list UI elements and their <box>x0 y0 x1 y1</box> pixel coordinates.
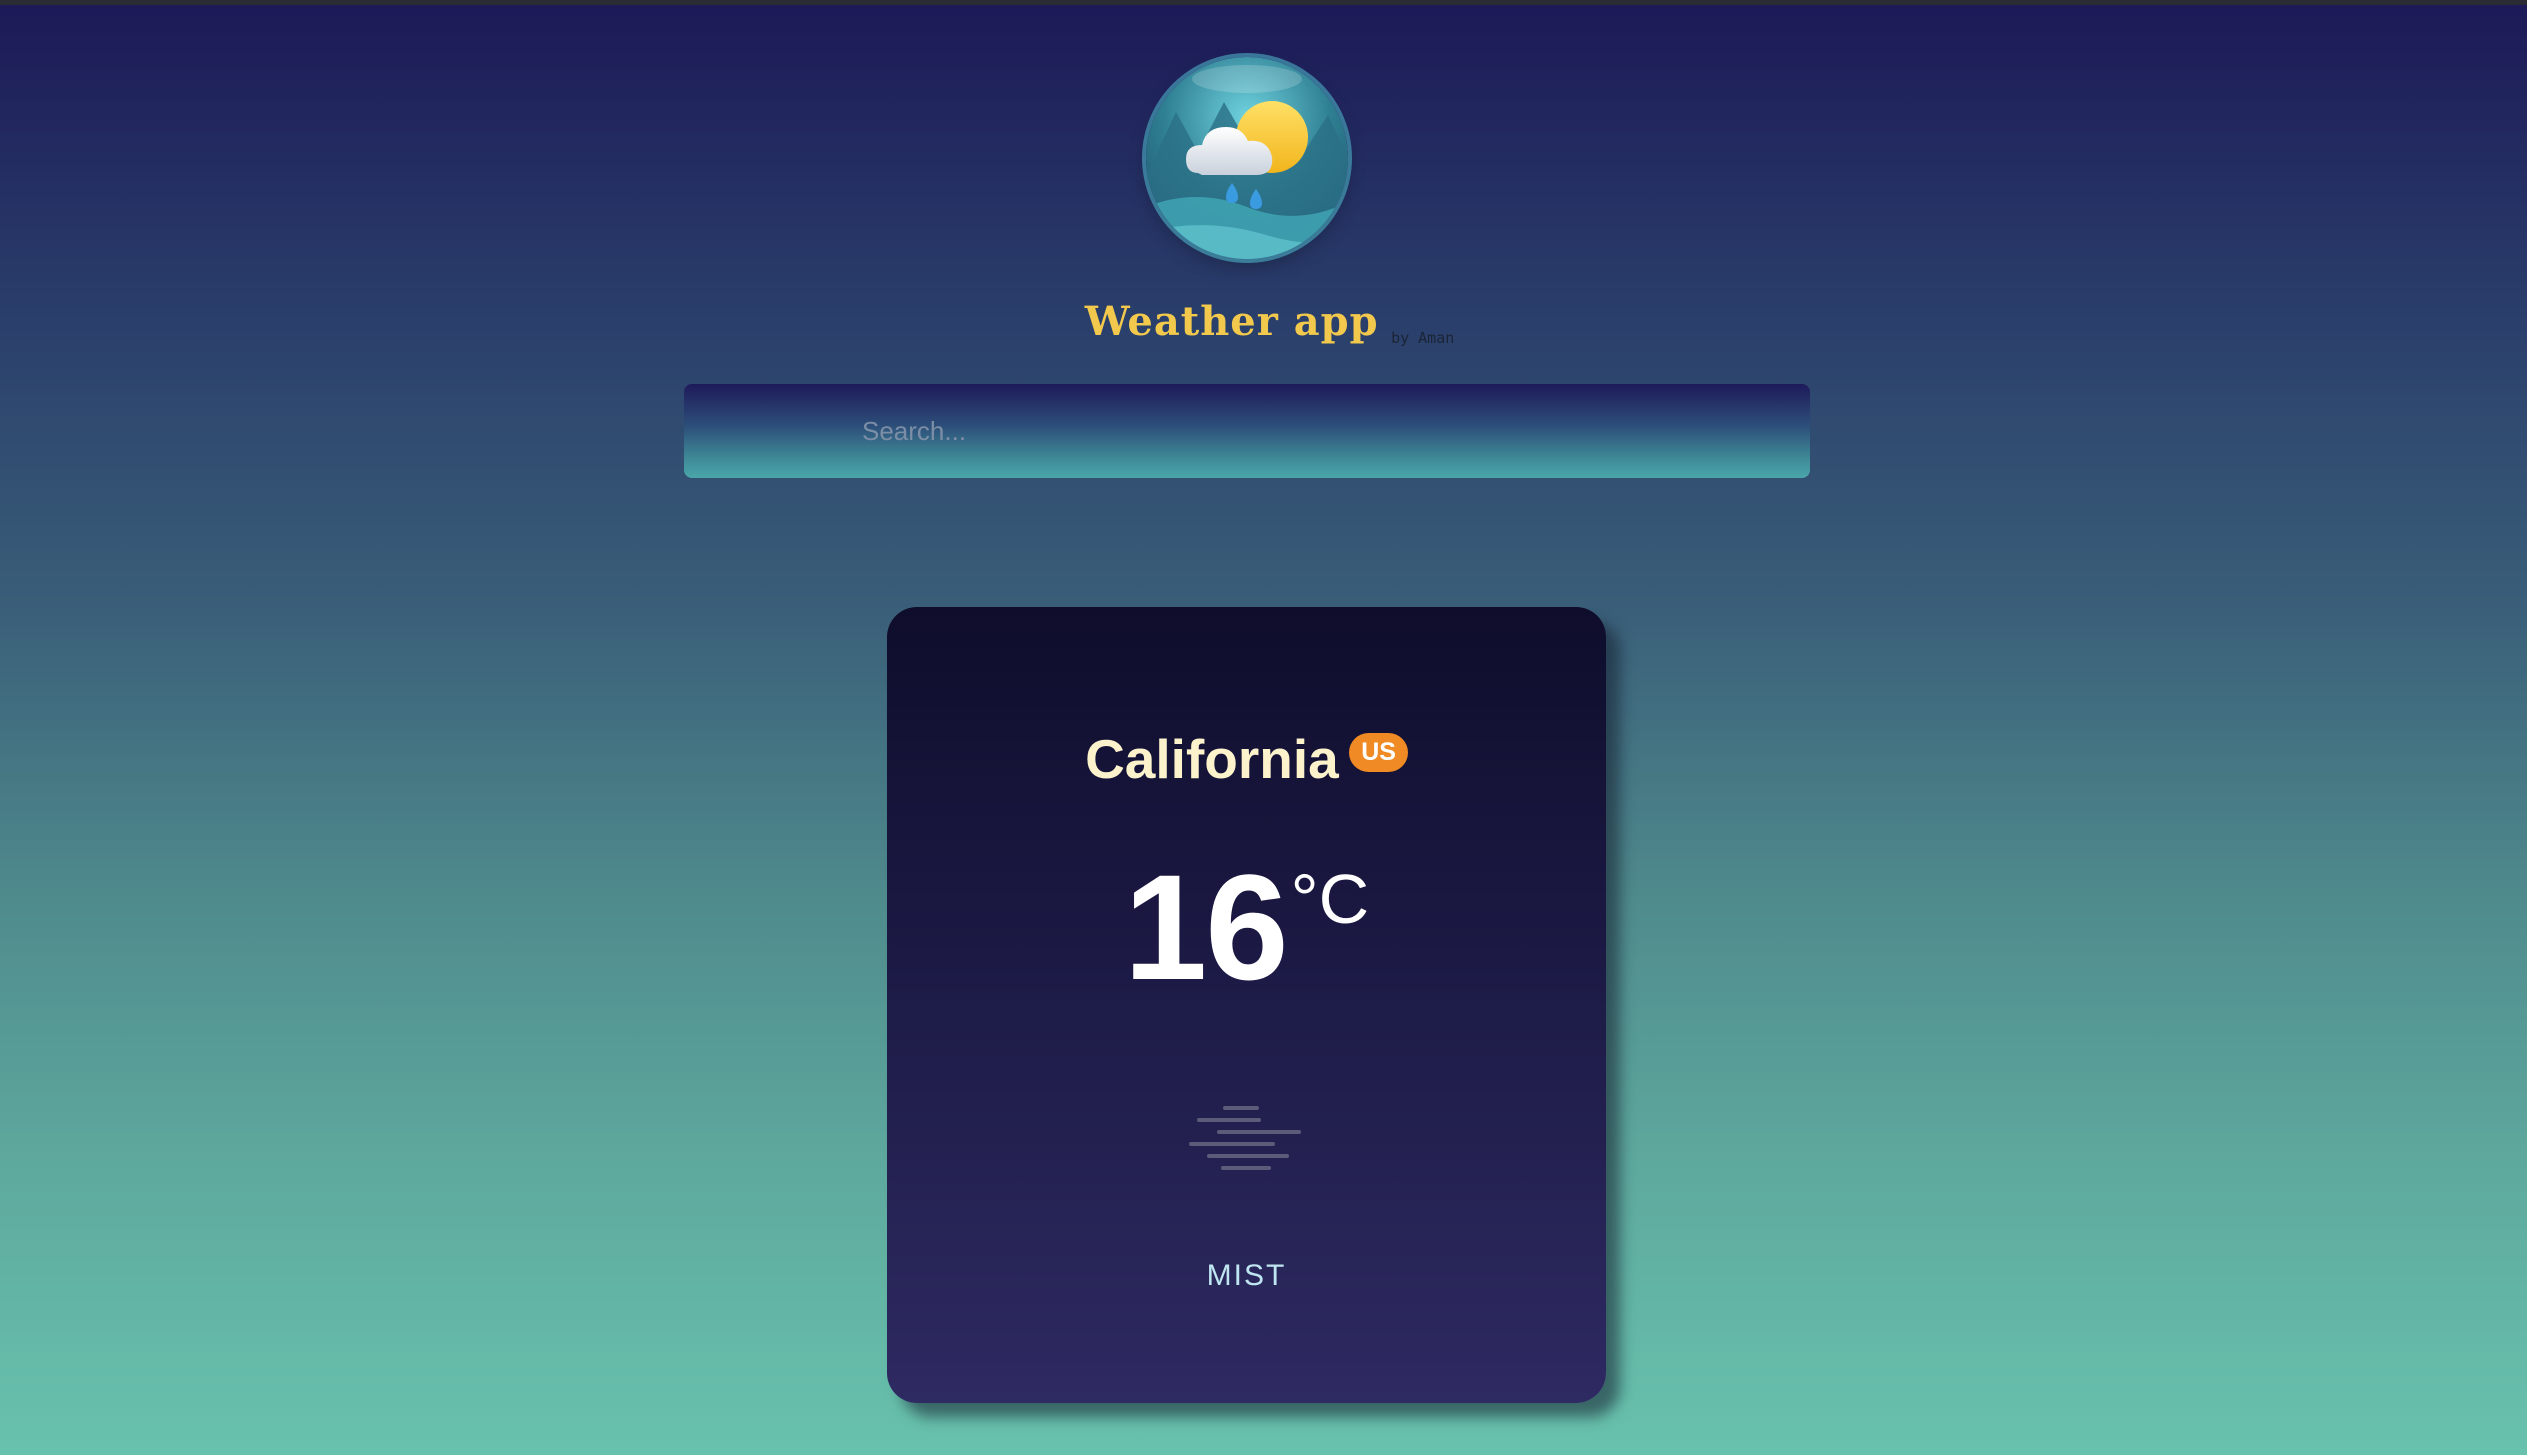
temperature-unit: °C <box>1290 860 1370 938</box>
temperature-value: 16 <box>1123 843 1289 1011</box>
location-row: California US <box>887 727 1606 791</box>
city-name: California <box>1085 728 1339 790</box>
country-badge: US <box>1349 733 1408 772</box>
search-bar[interactable] <box>684 384 1810 478</box>
mist-icon <box>1189 1104 1305 1185</box>
weather-logo-icon <box>1146 57 1348 259</box>
app-title: Weather app <box>1084 298 1379 345</box>
author-byline: by Aman <box>1391 329 1455 347</box>
search-input[interactable] <box>862 384 1762 478</box>
window-top-edge <box>0 0 2527 5</box>
temperature-display: 16°C <box>887 852 1606 1002</box>
app-title-row: Weather app by Aman <box>0 298 2527 347</box>
weather-condition: MIST <box>1206 1259 1287 1292</box>
weather-card: California US 16°C MIST <box>887 607 1606 1403</box>
